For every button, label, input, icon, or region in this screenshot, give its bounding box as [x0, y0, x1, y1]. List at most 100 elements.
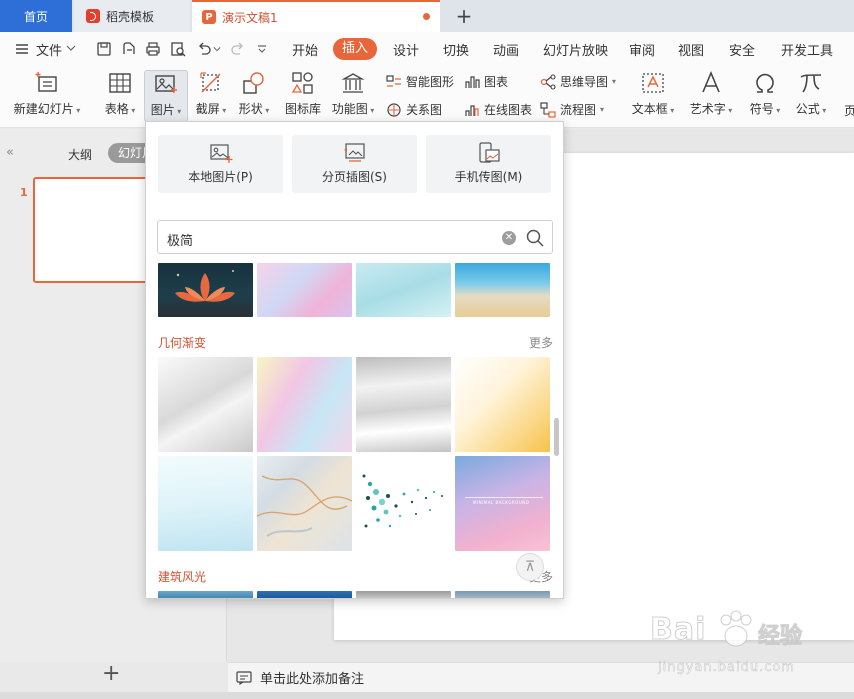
picture-button[interactable]: 图片 ▾	[144, 70, 188, 122]
picture-thumbnail[interactable]	[455, 357, 550, 452]
menu-review[interactable]: 审阅	[629, 40, 655, 59]
ribbon: 新建幻灯片 ▾ 表格 ▾ 图片 ▾ 截屏 ▾ 形状 ▾ 图标库 功能图 ▾ 智能…	[0, 66, 854, 128]
menu-start[interactable]: 开始	[292, 40, 318, 59]
outline-tab[interactable]: 大纲	[68, 146, 92, 163]
flowchart-label: 流程图	[560, 103, 597, 117]
picture-thumbnail[interactable]	[257, 263, 352, 317]
paw-icon	[720, 610, 752, 647]
wordart-button[interactable]: 艺术字 ▾	[686, 70, 736, 117]
presentation-logo-icon: P	[202, 10, 216, 24]
function-chart-label: 功能图	[331, 102, 368, 116]
caret-icon: ▾	[73, 106, 81, 115]
menu-insert[interactable]: 插入	[333, 38, 377, 60]
symbol-button[interactable]: 符号 ▾	[745, 70, 785, 117]
pi-formula-icon	[800, 74, 822, 93]
online-chart-button[interactable]: 在线图表	[464, 101, 532, 118]
function-chart-button[interactable]: 功能图 ▾	[330, 70, 376, 117]
undo-dropdown-icon[interactable]	[213, 45, 221, 53]
picture-thumbnail[interactable]	[158, 263, 253, 317]
save-icon[interactable]	[96, 41, 112, 57]
local-picture-button[interactable]: 本地图片(P)	[158, 135, 283, 193]
ribbon-more-label: 页	[844, 104, 854, 118]
picture-thumbnail[interactable]	[256, 456, 353, 551]
chart-button[interactable]: 图表	[464, 73, 508, 90]
quick-access-more-icon[interactable]	[257, 44, 267, 54]
textbox-button[interactable]: 文本框 ▾	[628, 70, 678, 117]
menu-security[interactable]: 安全	[729, 40, 755, 59]
smart-shape-button[interactable]: 智能图形	[386, 73, 454, 90]
section-more-link[interactable]: 更多	[529, 334, 553, 351]
picture-thumbnail[interactable]	[455, 263, 550, 317]
shape-button[interactable]: 形状 ▾	[236, 70, 272, 117]
page-picture-icon	[343, 143, 365, 162]
textbox-icon	[642, 73, 664, 93]
mindmap-button[interactable]: 思维导图 ▾	[540, 73, 616, 90]
relation-chart-button[interactable]: 关系图	[386, 101, 442, 118]
mindmap-label: 思维导图	[560, 75, 609, 89]
slide-thumbnail[interactable]	[33, 177, 151, 283]
smart-shape-icon	[386, 74, 401, 87]
table-button[interactable]: 表格 ▾	[100, 70, 140, 117]
hamburger-icon[interactable]	[14, 41, 30, 57]
tab-document[interactable]: P 演示文稿1	[192, 0, 440, 32]
menu-developer[interactable]: 开发工具	[781, 40, 833, 59]
export-icon[interactable]	[121, 41, 137, 57]
picture-thumbnail[interactable]	[455, 591, 550, 598]
picture-thumbnail[interactable]	[257, 591, 352, 598]
search-icon[interactable]	[525, 228, 545, 248]
print-icon[interactable]	[145, 41, 161, 57]
local-picture-label: 本地图片(P)	[188, 170, 253, 184]
caret-icon: ▾	[600, 105, 605, 114]
new-slide-button[interactable]: 新建幻灯片 ▾	[10, 70, 84, 117]
flowchart-button[interactable]: 流程图 ▾	[540, 101, 604, 118]
picture-thumbnail[interactable]	[158, 591, 253, 598]
tab-home[interactable]: 首页	[0, 0, 72, 32]
phone-picture-button[interactable]: 手机传图(M)	[426, 135, 551, 193]
page-picture-button[interactable]: 分页插图(S)	[292, 135, 417, 193]
ribbon-more[interactable]: 页	[844, 102, 854, 119]
clear-search-icon[interactable]: ✕	[502, 231, 516, 245]
file-menu[interactable]: 文件	[36, 40, 62, 59]
add-slide-button[interactable]: +	[102, 661, 120, 686]
menu-animation[interactable]: 动画	[493, 40, 519, 59]
status-bar	[0, 692, 854, 699]
picture-thumbnail[interactable]	[356, 591, 451, 598]
omega-symbol-icon	[756, 73, 774, 93]
dots-image	[362, 474, 443, 528]
new-tab-label: +	[455, 4, 473, 28]
back-to-top-icon[interactable]: ⊼	[516, 553, 544, 581]
wordart-label: 艺术字	[689, 102, 726, 116]
screenshot-label: 截屏	[195, 102, 220, 116]
picture-thumbnail[interactable]	[158, 357, 253, 452]
new-slide-label: 新建幻灯片	[13, 102, 74, 116]
menu-slideshow[interactable]: 幻灯片放映	[543, 40, 608, 59]
phone-picture-icon	[478, 142, 500, 163]
menu-bar: 文件 开始 插入 设计 切换 动画 幻灯片放映 审阅 视图 安全 开发工具	[0, 32, 854, 66]
tab-template[interactable]: 稻壳模板	[74, 0, 190, 32]
picture-thumbnail[interactable]	[257, 357, 352, 452]
icon-library-button[interactable]: 图标库	[283, 70, 323, 117]
redo-icon[interactable]	[230, 41, 246, 57]
caret-icon: ▾	[819, 106, 827, 115]
screenshot-button[interactable]: 截屏 ▾	[193, 70, 229, 117]
collapse-panel-icon[interactable]: «	[6, 145, 14, 160]
print-preview-icon[interactable]	[170, 41, 186, 57]
menu-transition[interactable]: 切换	[443, 40, 469, 59]
undo-icon[interactable]	[196, 41, 212, 57]
local-picture-icon	[209, 144, 232, 163]
phone-picture-label: 手机传图(M)	[454, 170, 523, 184]
picture-thumbnail[interactable]	[356, 357, 451, 452]
picture-thumbnail[interactable]	[356, 263, 451, 317]
picture-search-input[interactable]: 极简 ✕	[157, 220, 553, 254]
picture-thumbnail[interactable]	[356, 456, 451, 551]
formula-button[interactable]: 公式 ▾	[791, 70, 831, 117]
menu-design[interactable]: 设计	[393, 40, 419, 59]
picture-thumbnail[interactable]	[158, 456, 253, 551]
menu-view[interactable]: 视图	[678, 40, 704, 59]
tab-template-label: 稻壳模板	[106, 9, 155, 24]
picture-thumbnail[interactable]: MINIMAL BACKGROUND	[455, 456, 550, 551]
picture-icon	[155, 75, 177, 93]
new-tab-button[interactable]: +	[452, 0, 476, 32]
panel-scrollbar[interactable]	[554, 418, 559, 456]
chevron-down-icon[interactable]	[66, 43, 76, 53]
